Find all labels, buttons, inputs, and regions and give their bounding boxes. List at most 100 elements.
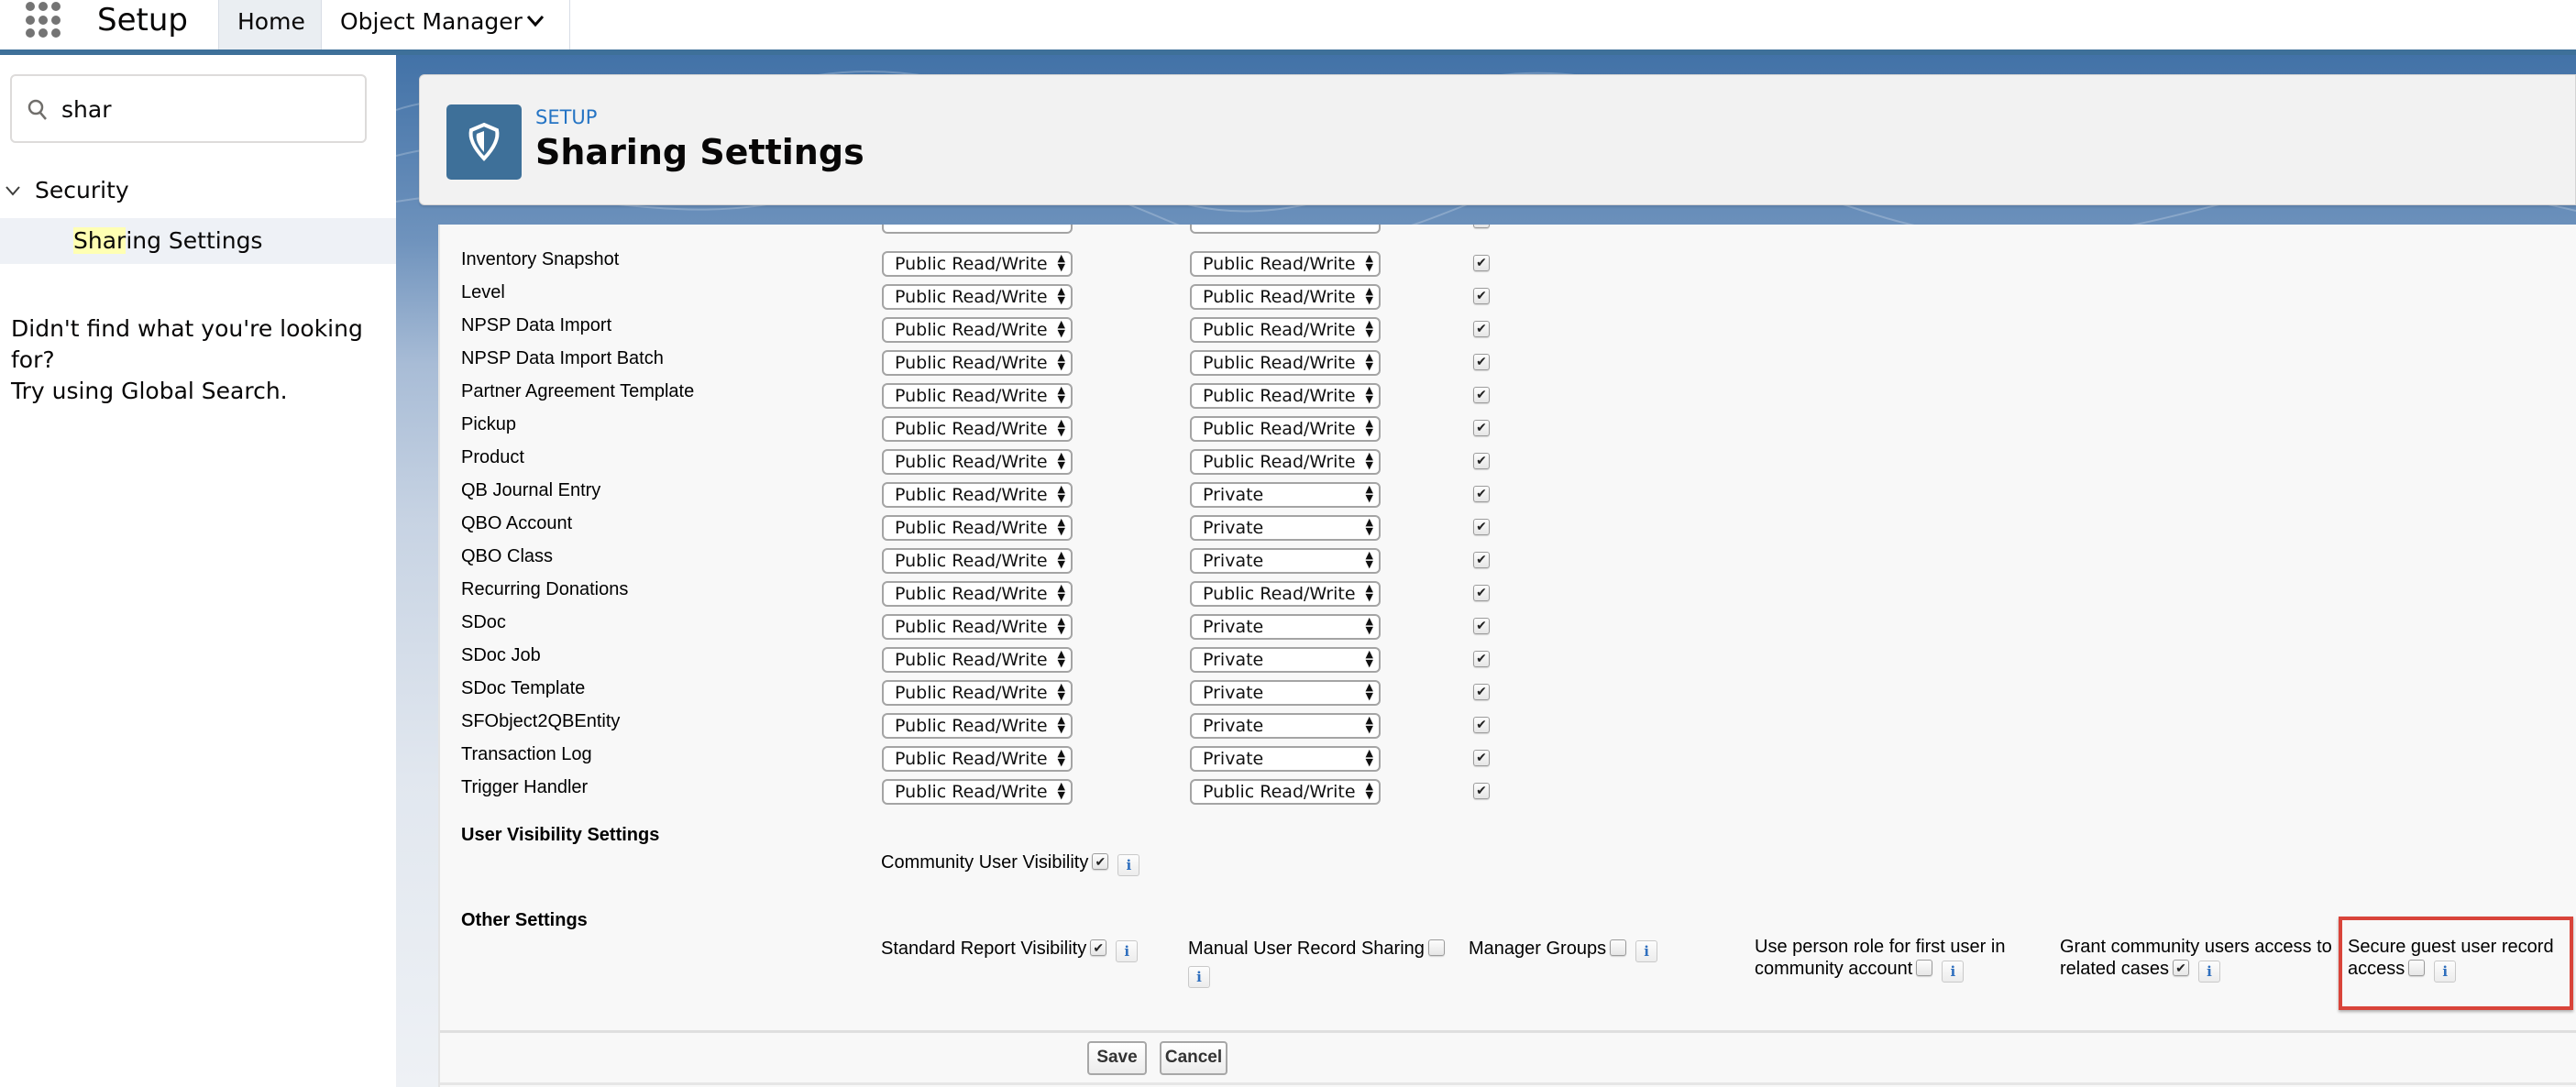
app-launcher-icon[interactable]	[26, 2, 62, 38]
table-row: QBO Class Public Read/Write ▲ ▼ Private ▲ ▼ ✔	[440, 546, 1540, 581]
tab-home[interactable]: Home	[218, 0, 321, 50]
default-external-access-select[interactable]: Private ▲ ▼	[1190, 713, 1381, 739]
info-icon[interactable]: i	[2197, 960, 2220, 983]
default-external-access-select[interactable]: Public Read/Write ▲ ▼	[1190, 581, 1381, 607]
default-external-access-select[interactable]: Public Read/Write ▲ ▼	[1190, 284, 1381, 310]
grant-access-hierarchies-checkbox[interactable]: ✔	[1473, 420, 1490, 436]
grant-access-hierarchies-checkbox[interactable]: ✔	[1473, 717, 1490, 733]
table-row: Product Public Read/Write ▲ ▼ Public Read/Wr…	[440, 447, 1540, 482]
default-external-access-select[interactable]: Public Read/Write ▲ ▼	[1190, 317, 1381, 343]
default-internal-access-select[interactable]: Public Read/Write ▲ ▼	[882, 416, 1073, 442]
quick-find-input[interactable]	[61, 89, 355, 129]
default-external-access-select[interactable]: Public Read/Write ▲ ▼	[1190, 779, 1381, 805]
default-external-access-select[interactable]: Private ▲ ▼	[1190, 746, 1381, 772]
grant-access-hierarchies-checkbox[interactable]: ✔	[1473, 783, 1490, 799]
default-internal-access-select[interactable]: Public Read/Write ▲ ▼	[882, 317, 1073, 343]
select-value: Public Read/Write	[895, 386, 1048, 406]
default-internal-access-select[interactable]: Public Read/Write ▲ ▼	[882, 713, 1073, 739]
default-internal-access-select[interactable]: Public Read/Write ▲ ▼	[882, 482, 1073, 508]
select-value: Public Read/Write	[895, 782, 1048, 802]
info-icon[interactable]: i	[1116, 939, 1139, 962]
default-external-access-select[interactable]: Private ▲ ▼	[1190, 482, 1381, 508]
grant-access-hierarchies-checkbox[interactable]: ✔	[1473, 255, 1490, 271]
info-icon[interactable]: i	[1942, 960, 1965, 983]
default-external-access-select[interactable]: Public Read/Write ▲ ▼	[1190, 416, 1381, 442]
tab-object-manager-label: Object Manager	[340, 8, 523, 35]
default-internal-access-select[interactable]: Public Read/Write ▲ ▼	[882, 779, 1073, 805]
select-arrows-icon: ▲ ▼	[1057, 747, 1065, 768]
object-name: QB Journal Entry	[461, 480, 601, 500]
object-name: SDoc	[461, 612, 506, 632]
chevron-down-icon[interactable]	[525, 2, 545, 53]
table-row: Trigger Handler Public Read/Write ▲ ▼ Public…	[440, 777, 1540, 812]
default-internal-access-select[interactable]: Public Read/Write ▲ ▼	[882, 350, 1073, 376]
default-external-access-select[interactable]: Private ▲ ▼	[1190, 614, 1381, 640]
info-icon[interactable]: i	[1188, 965, 1210, 988]
object-name: QBO Account	[461, 513, 573, 533]
community-user-visibility-checkbox[interactable]: ✔	[1092, 852, 1109, 870]
default-internal-access-select[interactable]: Public Read/Write ▲ ▼	[882, 680, 1073, 706]
default-internal-access-select[interactable]: Public Read/Write ▲ ▼	[882, 614, 1073, 640]
manual-user-record-sharing-checkbox[interactable]	[1427, 939, 1445, 956]
default-internal-access-select[interactable]: Public Read/Write ▲ ▼	[882, 581, 1073, 607]
grant-access-hierarchies-checkbox[interactable]: ✔	[1473, 618, 1490, 634]
grant-access-hierarchies-checkbox[interactable]: ✔	[1473, 684, 1490, 700]
default-external-access-select[interactable]: Private ▲ ▼	[1190, 548, 1381, 574]
default-external-access-select[interactable]	[1190, 225, 1381, 234]
grant-access-hierarchies-checkbox[interactable]	[1473, 225, 1490, 228]
grant-access-hierarchies-checkbox[interactable]: ✔	[1473, 519, 1490, 535]
select-value: Private	[1203, 749, 1264, 769]
grant-access-hierarchies-checkbox[interactable]: ✔	[1473, 552, 1490, 568]
option-label: Standard Report Visibility	[881, 939, 1087, 959]
table-row: SDoc Public Read/Write ▲ ▼ Private ▲ ▼ ✔	[440, 612, 1540, 647]
grant-access-hierarchies-checkbox[interactable]: ✔	[1473, 354, 1490, 370]
object-name: NPSP Data Import Batch	[461, 348, 664, 368]
grant-access-hierarchies-checkbox[interactable]: ✔	[1473, 453, 1490, 469]
default-internal-access-select[interactable]: Public Read/Write ▲ ▼	[882, 284, 1073, 310]
grant-access-hierarchies-checkbox[interactable]: ✔	[1473, 288, 1490, 304]
default-external-access-select[interactable]: Private ▲ ▼	[1190, 515, 1381, 541]
grant-access-hierarchies-checkbox[interactable]: ✔	[1473, 750, 1490, 766]
default-external-access-select[interactable]: Public Read/Write ▲ ▼	[1190, 449, 1381, 475]
tree-item-label-rest: ing Settings	[126, 227, 263, 254]
object-name: Transaction Log	[461, 744, 592, 764]
grant-access-hierarchies-checkbox[interactable]: ✔	[1473, 387, 1490, 403]
option-grant-community-cases: Grant community users access to related …	[2060, 936, 2332, 983]
info-icon[interactable]: i	[1117, 853, 1140, 876]
tree-item-label: Sharing Settings	[73, 218, 262, 264]
default-internal-access-select[interactable]: Public Read/Write ▲ ▼	[882, 548, 1073, 574]
default-external-access-select[interactable]: Public Read/Write ▲ ▼	[1190, 350, 1381, 376]
tree-group-security[interactable]: Security	[0, 172, 396, 209]
grant-access-hierarchies-checkbox[interactable]: ✔	[1473, 585, 1490, 601]
default-internal-access-select[interactable]: Public Read/Write ▲ ▼	[882, 647, 1073, 673]
info-icon[interactable]: i	[1635, 939, 1658, 962]
use-person-role-checkbox[interactable]	[1916, 959, 1933, 976]
default-external-access-select[interactable]: Public Read/Write ▲ ▼	[1190, 383, 1381, 409]
default-external-access-select[interactable]: Private ▲ ▼	[1190, 680, 1381, 706]
cancel-button[interactable]: Cancel	[1160, 1041, 1227, 1075]
grant-access-hierarchies-checkbox[interactable]: ✔	[1473, 651, 1490, 667]
default-external-access-select[interactable]: Private ▲ ▼	[1190, 647, 1381, 673]
default-internal-access-select[interactable]	[882, 225, 1073, 234]
tree-item-sharing-settings[interactable]: Sharing Settings	[0, 218, 396, 264]
default-internal-access-select[interactable]: Public Read/Write ▲ ▼	[882, 383, 1073, 409]
grant-access-hierarchies-checkbox[interactable]: ✔	[1473, 321, 1490, 337]
grant-community-cases-checkbox[interactable]: ✔	[2172, 959, 2189, 976]
default-internal-access-select[interactable]: Public Read/Write ▲ ▼	[882, 746, 1073, 772]
grant-access-hierarchies-checkbox[interactable]: ✔	[1473, 486, 1490, 502]
standard-report-visibility-checkbox[interactable]: ✔	[1090, 939, 1107, 956]
quick-find-box[interactable]	[10, 74, 367, 143]
chevron-down-icon[interactable]	[4, 172, 22, 223]
save-button[interactable]: Save	[1087, 1041, 1147, 1075]
default-internal-access-select[interactable]: Public Read/Write ▲ ▼	[882, 515, 1073, 541]
option-label: Community User Visibility	[881, 852, 1089, 873]
default-external-access-select[interactable]: Public Read/Write ▲ ▼	[1190, 251, 1381, 277]
tab-object-manager[interactable]: Object Manager	[321, 0, 570, 50]
select-value: Public Read/Write	[1203, 254, 1356, 274]
tab-home-label: Home	[237, 8, 305, 35]
manager-groups-checkbox[interactable]	[1610, 939, 1627, 956]
select-value: Public Read/Write	[1203, 419, 1356, 439]
default-internal-access-select[interactable]: Public Read/Write ▲ ▼	[882, 449, 1073, 475]
select-value: Public Read/Write	[1203, 287, 1356, 307]
default-internal-access-select[interactable]: Public Read/Write ▲ ▼	[882, 251, 1073, 277]
